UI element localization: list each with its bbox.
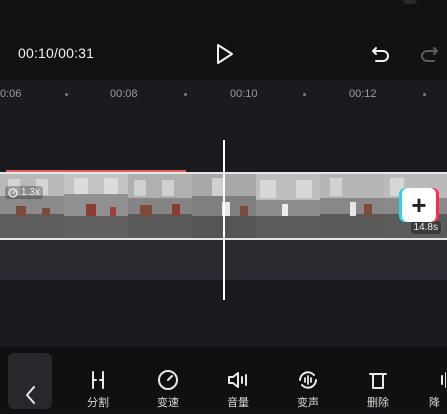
add-clip-button[interactable]: + (402, 188, 436, 222)
video-frame-thumbnail (256, 174, 320, 238)
noise-reduction-label: 降 (429, 397, 440, 409)
delete-icon (369, 373, 387, 389)
clip-frame (128, 174, 192, 238)
tick-label: 00:10 (230, 88, 258, 100)
speed-icon (8, 187, 18, 198)
undo-button[interactable] (370, 43, 392, 65)
speed-icon (158, 370, 178, 390)
tick-dot (184, 93, 187, 96)
speed-badge: 1.3x (5, 186, 43, 199)
speed-value: 1.3x (21, 187, 40, 198)
tick-dot (423, 93, 426, 96)
tick-label: 00:12 (349, 88, 377, 100)
tick-label: 00:08 (110, 88, 138, 100)
volume-label: 音量 (227, 397, 249, 409)
bottom-toolbar: 分割 变速 音量 变声 删除 降 (0, 347, 447, 409)
tick-dot (303, 93, 306, 96)
clip-frame (0, 174, 64, 238)
playback-time: 00:10/00:31 (18, 45, 95, 61)
noise-reduction-icon (440, 372, 446, 388)
plus-icon: + (411, 190, 427, 220)
split-icon (92, 371, 104, 389)
voice-change-icon (299, 371, 317, 389)
volume-icon (228, 372, 247, 388)
clip-frame (256, 174, 320, 238)
undo-icon (372, 47, 389, 62)
status-indicator (403, 0, 417, 4)
top-bar: 00:10/00:31 (0, 0, 447, 80)
voice-change-tool[interactable]: 变声 (288, 369, 328, 409)
clip-frame (64, 174, 128, 238)
playhead[interactable] (223, 140, 225, 300)
delete-label: 删除 (367, 397, 389, 409)
timeline-ruler[interactable]: 0:06 00:08 00:10 00:12 (0, 80, 447, 112)
speed-tool[interactable]: 变速 (148, 369, 188, 409)
back-button[interactable] (8, 353, 52, 409)
noise-reduction-tool[interactable]: 降 (422, 369, 447, 409)
volume-tool[interactable]: 音量 (218, 369, 258, 409)
clip-duration: 14.8s (410, 221, 441, 234)
chevron-left-icon (26, 386, 35, 404)
video-frame-thumbnail (128, 174, 192, 238)
play-icon (217, 44, 233, 64)
tick-label: 0:06 (0, 88, 22, 100)
redo-icon (421, 47, 438, 62)
tick-dot (65, 93, 68, 96)
play-button[interactable] (212, 42, 236, 66)
video-frame-thumbnail (320, 174, 384, 238)
split-label: 分割 (87, 397, 109, 409)
speed-label: 变速 (157, 397, 179, 409)
video-frame-thumbnail (64, 174, 128, 238)
split-tool[interactable]: 分割 (78, 369, 118, 409)
clip-frame (320, 174, 384, 238)
voice-change-label: 变声 (297, 397, 319, 409)
video-frame-thumbnail (0, 174, 64, 238)
redo-button[interactable] (418, 43, 440, 65)
delete-tool[interactable]: 删除 (358, 369, 398, 409)
